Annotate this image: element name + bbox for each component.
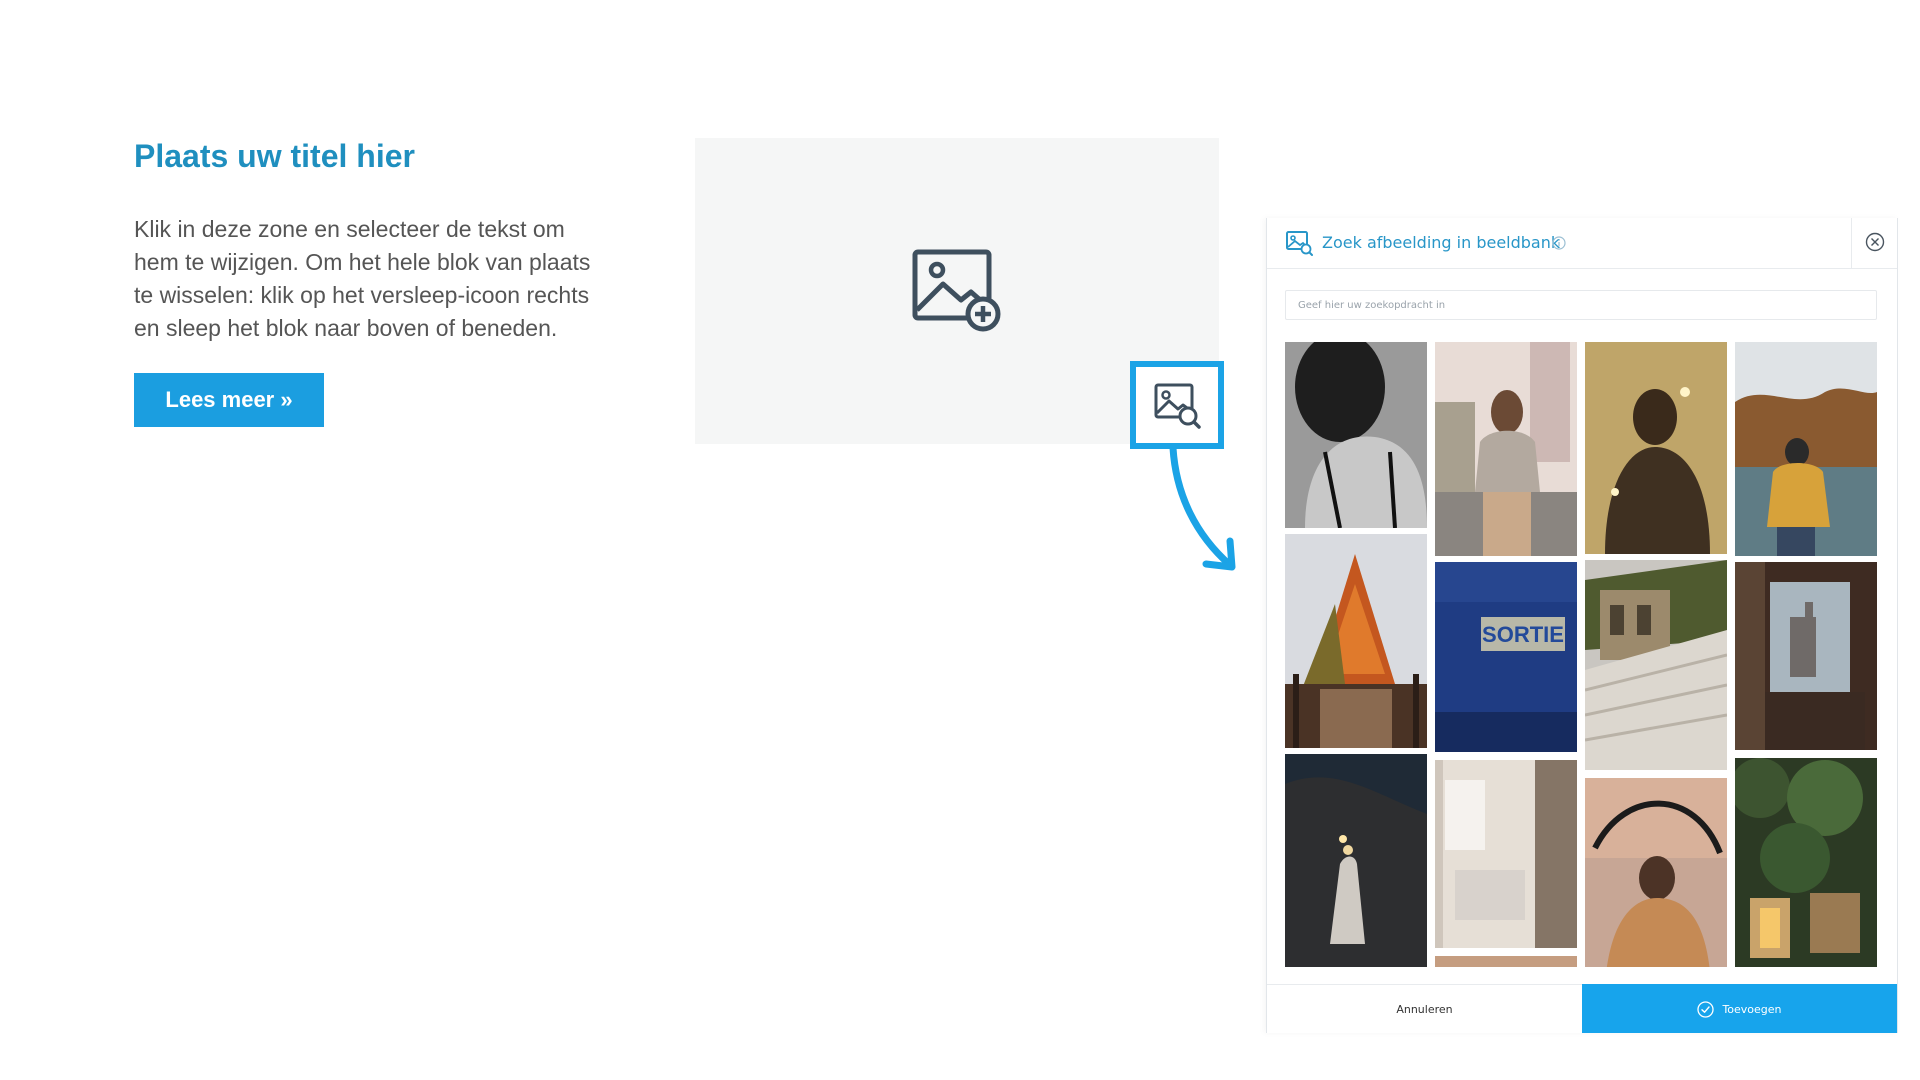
check-circle-icon: [1697, 1000, 1715, 1018]
add-button[interactable]: Toevoegen: [1582, 984, 1897, 1033]
close-icon[interactable]: [1865, 232, 1885, 252]
image-thumbnail[interactable]: [1735, 342, 1877, 556]
image-bank-dialog: Zoek afbeelding in beeldbank Geef hier u…: [1266, 218, 1898, 1033]
dialog-footer: Annuleren Toevoegen: [1267, 984, 1897, 1033]
block-body-text[interactable]: Klik in deze zone en selecteer de tekst …: [134, 213, 654, 345]
image-thumbnail[interactable]: [1435, 342, 1577, 556]
image-thumbnail[interactable]: [1735, 562, 1877, 750]
image-thumbnail[interactable]: [1735, 758, 1877, 967]
image-thumbnail[interactable]: [1585, 560, 1727, 770]
body-line: hem te wijzigen. Om het hele blok van pl…: [134, 249, 591, 275]
image-thumbnail[interactable]: [1435, 760, 1577, 948]
image-search-icon: [1154, 383, 1201, 429]
image-search-icon: [1286, 231, 1313, 256]
dialog-header: Zoek afbeelding in beeldbank: [1267, 218, 1897, 269]
dialog-title: Zoek afbeelding in beeldbank: [1322, 233, 1561, 252]
header-divider: [1851, 218, 1852, 268]
image-add-icon[interactable]: [911, 248, 1005, 336]
curved-arrow-icon: [1169, 444, 1236, 571]
image-thumbnail[interactable]: [1285, 754, 1427, 967]
image-thumbnail[interactable]: [1285, 342, 1427, 528]
search-input[interactable]: [1285, 290, 1877, 320]
image-bank-button[interactable]: [1130, 361, 1224, 449]
read-more-button[interactable]: Lees meer »: [134, 373, 324, 427]
body-line: te wisselen: klik op het versleep-icoon …: [134, 282, 590, 308]
cancel-button[interactable]: Annuleren: [1267, 985, 1582, 1033]
image-grid: SORTIE: [1285, 342, 1877, 967]
body-line: en sleep het blok naar boven of beneden.: [134, 315, 558, 341]
image-thumbnail[interactable]: [1285, 534, 1427, 748]
block-title[interactable]: Plaats uw titel hier: [134, 138, 654, 175]
content-text-block[interactable]: Plaats uw titel hier Klik in deze zone e…: [134, 138, 654, 345]
image-thumbnail[interactable]: SORTIE: [1435, 562, 1577, 752]
info-icon[interactable]: [1552, 236, 1566, 250]
sortie-sign-text: SORTIE: [1482, 622, 1564, 647]
image-thumbnail[interactable]: [1585, 342, 1727, 554]
image-thumbnail[interactable]: [1585, 778, 1727, 967]
image-thumbnail[interactable]: [1435, 956, 1577, 967]
add-button-label: Toevoegen: [1722, 1002, 1782, 1016]
body-line: Klik in deze zone en selecteer de tekst …: [134, 216, 565, 242]
